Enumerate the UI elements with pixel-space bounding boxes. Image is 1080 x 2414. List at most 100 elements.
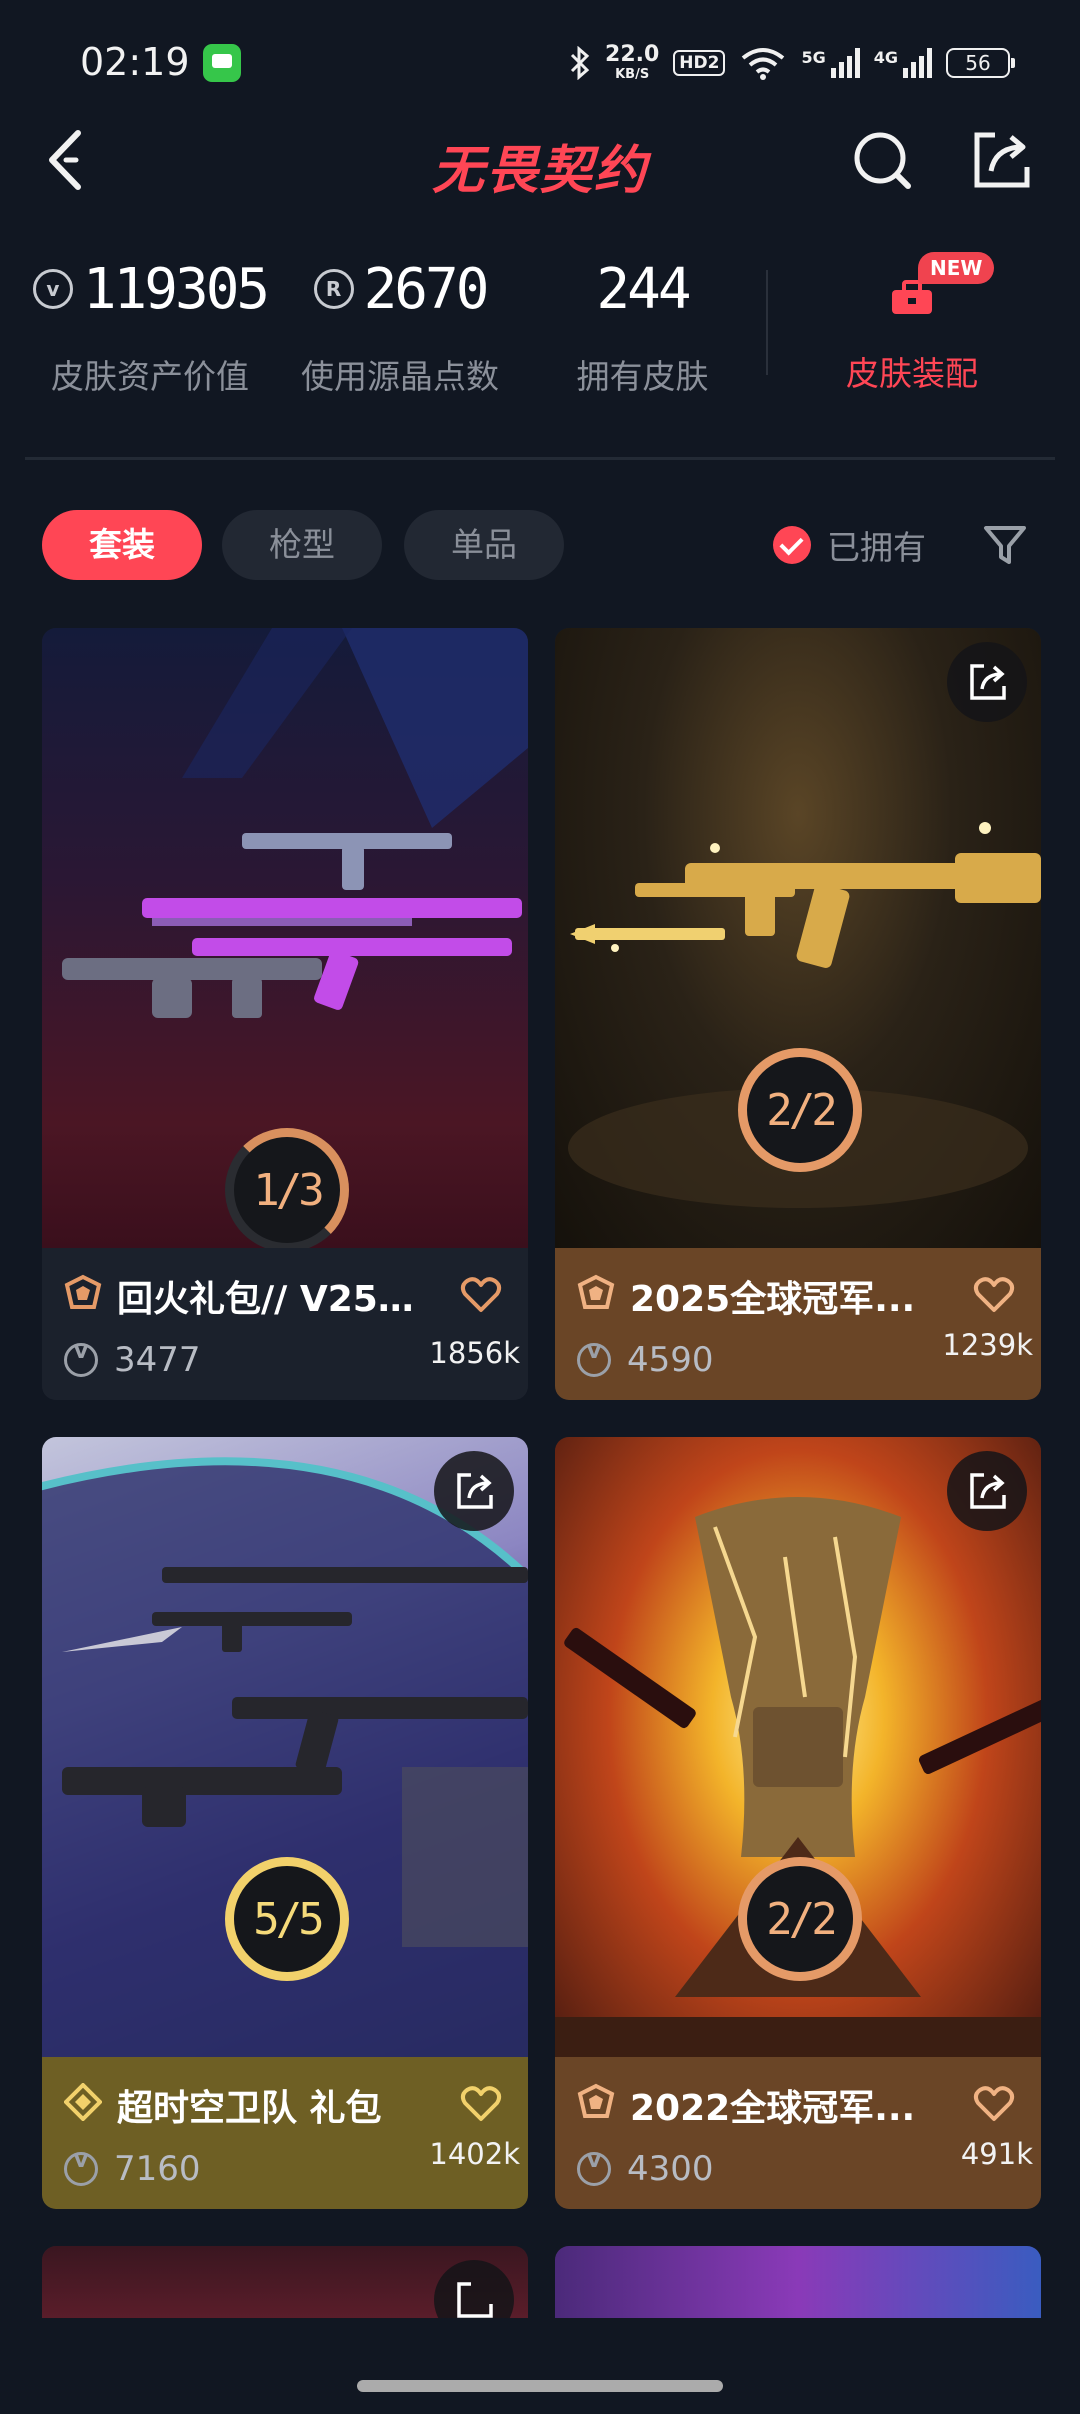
section-divider [25,457,1055,460]
battery-icon: 56 [946,48,1015,78]
skins-label: 拥有皮肤 [576,357,709,396]
like-count: 491k [960,2137,1033,2171]
vp-icon [64,2148,98,2186]
bundle-price: 3477 [114,1340,201,1380]
tier-icon [577,1274,615,1309]
share-icon [970,664,1006,700]
price-row: 7160 [64,2148,201,2189]
signal-4g-label: 4G [873,48,898,67]
heart-icon[interactable] [460,1276,502,1314]
bundle-price: 4590 [627,1340,714,1380]
price-row: 4300 [577,2148,714,2189]
price-row: 3477 [64,1339,201,1380]
share-card-button[interactable] [947,642,1027,722]
like-count: 1402k [429,2137,520,2171]
stat-asset-value: v 119305 皮肤资产价值 [30,250,270,398]
stat-skins: 244 拥有皮肤 [530,250,755,398]
like-count: 1239k [942,1328,1033,1362]
vp-icon [64,1339,98,1377]
loadout-label: 皮肤装配 [846,354,978,393]
bundle-image: 1/3 [42,628,528,1248]
net-speed-value: 22.0 [605,41,660,67]
share-icon [970,1473,1006,1509]
messages-app-icon [203,44,241,82]
share-button[interactable] [967,125,1037,195]
bundle-price: 4300 [627,2149,714,2189]
asset-label: 皮肤资产价值 [51,357,249,396]
vp-icon [577,1339,611,1377]
heart-icon[interactable] [973,2085,1015,2123]
vp-icon [577,2148,611,2186]
bundle-title: 2025全球冠军... [630,1279,916,1320]
bundle-info: 2025全球冠军... 4590 1239k [555,1248,1041,1400]
app-logo: 无畏契约 [431,141,648,201]
stats-divider [766,270,768,375]
home-indicator[interactable] [357,2380,723,2392]
owned-label: 已拥有 [827,528,926,567]
bundle-image: 2/2 [555,628,1041,1248]
filter-button[interactable] [980,520,1030,570]
radianite-icon: R [313,269,354,309]
vp-icon: v [32,269,73,309]
bundle-card[interactable]: 2/2 2025全球冠军... 4590 1239k [555,628,1041,1400]
bundle-card[interactable]: 1/3 回火礼包// V25... 3477 1856k [42,628,528,1400]
bundle-card-partial[interactable] [42,2246,528,2318]
bundle-info: 2022全球冠军... 4300 491k [555,2057,1041,2209]
new-badge: NEW [918,252,995,284]
share-card-button[interactable] [434,1451,514,1531]
tier-icon [64,2083,102,2121]
collection-progress: 2/2 [738,1857,862,1981]
collection-progress: 1/3 [225,1128,349,1248]
bundle-title: 回火礼包// V25... [117,1279,417,1320]
bundle-image: 5/5 [42,1437,528,2057]
bundle-title: 超时空卫队 礼包 [117,2088,382,2129]
owned-toggle[interactable]: 已拥有 [773,510,926,580]
tab-bundles[interactable]: 套装 [42,510,202,580]
bundle-info: 回火礼包// V25... 3477 1856k [42,1248,528,1400]
tier-icon [577,2083,615,2118]
search-icon [854,132,911,189]
hd-icon: HD2 [673,50,726,76]
signal-4g-icon: 4G [874,48,932,78]
skins-value: 244 [596,256,691,322]
status-bar: 02:19 22.0 KB/S HD2 5G 4G 56 [0,0,1080,120]
bluetooth-icon [570,46,590,80]
price-row: 4590 [577,1339,714,1380]
checkmark-icon [773,526,811,564]
bundle-price: 7160 [114,2149,201,2189]
bundle-image [555,2246,1041,2318]
nav-bar-area [0,2318,1080,2414]
search-button[interactable] [848,125,918,195]
app-header: 无畏契约 [0,110,1080,210]
status-icons: 22.0 KB/S HD2 5G 4G 56 [569,38,1015,88]
share-card-button[interactable] [947,1451,1027,1531]
tier-icon [64,1274,102,1309]
share-icon [457,2282,493,2318]
like-count: 1856k [429,1336,520,1370]
asset-value: 119305 [82,256,270,322]
signal-5g-icon: 5G [801,48,860,78]
bundle-image: 2/2 [555,1437,1041,2057]
collection-progress: 5/5 [225,1857,349,1981]
radianite-label: 使用源晶点数 [301,357,499,396]
bundle-card[interactable]: 5/5 超时空卫队 礼包 7160 1402k [42,1437,528,2209]
status-time: 02:19 [80,40,190,84]
tab-single-item[interactable]: 单品 [404,510,564,580]
net-speed-unit: KB/S [615,66,650,82]
bundle-title: 2022全球冠军... [630,2088,916,2129]
signal-5g-label: 5G [801,48,826,67]
filter-icon [984,526,1026,564]
share-icon [457,1473,493,1509]
bundle-info: 超时空卫队 礼包 7160 1402k [42,2057,528,2209]
radianite-value: 2670 [363,256,490,322]
share-icon [974,132,1030,188]
tab-weapon-type[interactable]: 枪型 [222,510,382,580]
stat-radianite: R 2670 使用源晶点数 [280,250,520,398]
heart-icon[interactable] [973,1276,1015,1314]
wifi-icon [742,48,785,80]
bundle-card[interactable]: 2/2 2022全球冠军... 4300 491k [555,1437,1041,2209]
net-speed: 22.0 KB/S [605,41,660,83]
heart-icon[interactable] [460,2085,502,2123]
bundle-card-partial[interactable] [555,2246,1041,2318]
collection-progress: 2/2 [738,1048,862,1172]
